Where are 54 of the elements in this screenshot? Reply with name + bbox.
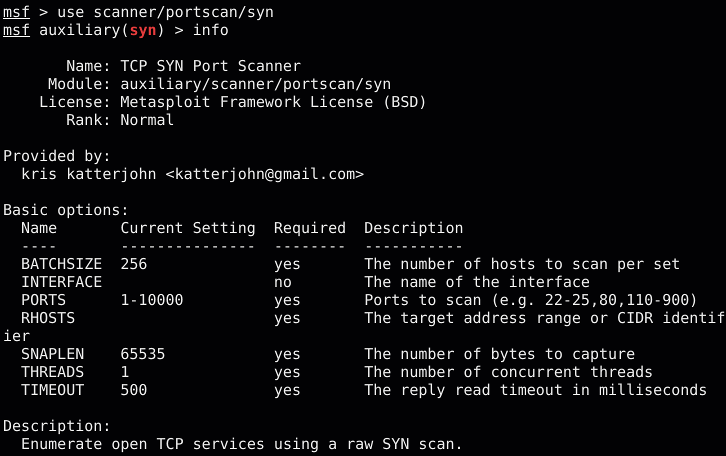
module-name: syn [129, 21, 157, 39]
wrapped-text: ier [3, 327, 30, 345]
prompt-label: msf [3, 3, 30, 21]
table-cell-text: no [274, 273, 293, 291]
table-cell-text: TIMEOUT [21, 381, 86, 399]
author-text: kris katterjohn <katterjohn@gmail.com> [21, 165, 364, 183]
section-heading: Description: [3, 417, 112, 435]
table-cell: The name of the interface [364, 273, 590, 291]
field-label: Name: [65, 57, 112, 75]
column-header: Required [274, 219, 348, 237]
column-rule: -------- [274, 237, 348, 255]
column-rule: --------------- [120, 237, 257, 255]
table-cell-text: 65535 [120, 345, 167, 363]
command-text: auxiliary( [38, 21, 130, 39]
table-cell-text: RHOSTS [21, 309, 76, 327]
table-cell-text: 256 [120, 255, 148, 273]
table-cell-text: SNAPLEN [21, 345, 86, 363]
table-cell-text: 500 [120, 381, 148, 399]
table-cell: Ports to scan (e.g. 22-25,80,110-900) [364, 291, 698, 309]
command-text: ) > info [156, 21, 229, 39]
table-cell-text: yes [274, 381, 302, 399]
table-cell-text: PORTS [21, 291, 68, 309]
field-value: Metasploit Framework License (BSD) [120, 93, 428, 111]
table-cell: The number of concurrent threads [364, 363, 654, 381]
command-text: > use scanner/portscan/syn [38, 3, 274, 21]
table-cell-text: yes [274, 255, 302, 273]
table-cell-text: yes [274, 291, 302, 309]
table-cell-text: yes [274, 345, 302, 363]
table-cell: The number of hosts to scan per set [364, 255, 680, 273]
column-header: Current Setting [120, 219, 257, 237]
column-header: Description [364, 219, 464, 237]
description-text: Enumerate open TCP services using a raw SYN scan. [21, 435, 464, 453]
table-cell: The reply read timeout in milliseconds [364, 381, 708, 399]
table-cell: The target address range or CIDR identif [364, 309, 726, 327]
field-value: auxiliary/scanner/portscan/syn [120, 75, 392, 93]
field-label: License: [38, 93, 112, 111]
field-label: Rank: [65, 111, 112, 129]
field-value: TCP SYN Port Scanner [120, 57, 301, 75]
section-heading: Provided by: [3, 147, 112, 165]
table-cell-text: 1-10000 [120, 291, 185, 309]
table-cell-text: INTERFACE [21, 273, 104, 291]
table-cell-text: yes [274, 363, 302, 381]
prompt-label: msf [3, 21, 30, 39]
table-cell-text: 1 [120, 363, 130, 381]
section-heading: Basic options: [3, 201, 130, 219]
table-cell-text: THREADS [21, 363, 86, 381]
table-cell: The number of bytes to capture [364, 345, 636, 363]
table-cell-text: BATCHSIZE [21, 255, 104, 273]
column-rule: ---- [21, 237, 58, 255]
field-value: Normal [120, 111, 175, 129]
column-header: Name [21, 219, 58, 237]
field-label: Module: [47, 75, 112, 93]
table-cell-text: yes [274, 309, 302, 327]
column-rule: ----------- [364, 237, 464, 255]
